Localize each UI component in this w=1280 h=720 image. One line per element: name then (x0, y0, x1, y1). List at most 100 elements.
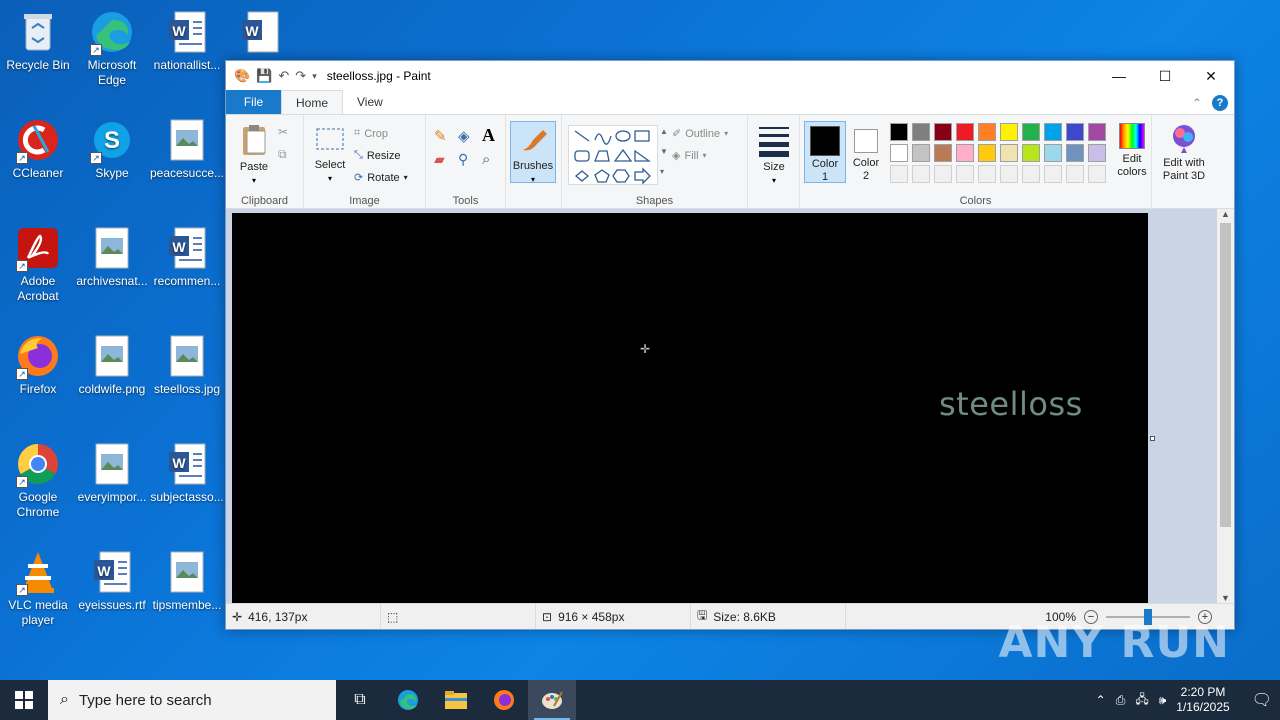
taskbar-paint[interactable] (528, 680, 576, 720)
fill-bucket-icon[interactable]: ◈ (458, 127, 470, 145)
palette-swatch[interactable] (956, 123, 974, 141)
custom-color-slot[interactable] (1044, 165, 1062, 183)
palette-swatch[interactable] (1022, 123, 1040, 141)
palette-swatch[interactable] (1066, 144, 1084, 162)
text-icon[interactable]: A (482, 125, 495, 146)
recycle-bin-icon[interactable]: Recycle Bin (0, 8, 76, 73)
custom-color-slot[interactable] (1066, 165, 1084, 183)
shapes-scroll-down-icon[interactable]: ▼ (660, 147, 668, 156)
image-file-icon[interactable]: archivesnat... (74, 224, 150, 289)
palette-swatch[interactable] (1088, 123, 1106, 141)
size-button[interactable]: Size ▾ (754, 123, 794, 187)
google-chrome-icon[interactable]: ↗ Google Chrome (0, 440, 76, 520)
word-document-icon[interactable]: W recommen... (149, 224, 225, 289)
adobe-acrobat-icon[interactable]: ↗ Adobe Acrobat (0, 224, 76, 304)
tab-home[interactable]: Home (281, 90, 344, 114)
palette-swatch[interactable] (1000, 123, 1018, 141)
palette-swatch[interactable] (978, 144, 996, 162)
shapes-more-icon[interactable]: ▾ (660, 167, 664, 176)
vertical-scrollbar[interactable]: ▲ ▼ (1217, 209, 1234, 603)
show-hidden-icons-icon[interactable]: ⌃ (1096, 693, 1106, 707)
image-file-icon[interactable]: coldwife.png (74, 332, 150, 397)
drawing-canvas[interactable]: steelloss ✛ (232, 213, 1148, 603)
eraser-icon[interactable]: ▰ (434, 151, 445, 168)
image-file-icon[interactable]: peacesucce... (149, 116, 225, 181)
scrollbar-thumb[interactable] (1220, 223, 1231, 527)
palette-swatch[interactable] (912, 123, 930, 141)
taskbar-edge[interactable] (384, 680, 432, 720)
magnifier-icon[interactable]: ⌕ (482, 151, 490, 168)
canvas-area[interactable]: steelloss ✛ (226, 209, 1218, 603)
clock[interactable]: 2:20 PM 1/16/2025 (1176, 685, 1229, 715)
palette-swatch[interactable] (978, 123, 996, 141)
undo-icon[interactable]: ↶ (278, 68, 289, 84)
custom-color-slot[interactable] (978, 165, 996, 183)
microsoft-edge-icon[interactable]: ↗ Microsoft Edge (74, 8, 150, 88)
image-file-icon[interactable]: everyimpor... (74, 440, 150, 505)
select-button[interactable]: Select ▾ (312, 125, 348, 185)
paste-button[interactable]: Paste ▾ (236, 123, 272, 187)
scroll-up-icon[interactable]: ▲ (1221, 209, 1230, 219)
custom-color-slot[interactable] (1088, 165, 1106, 183)
palette-swatch[interactable] (956, 144, 974, 162)
firefox-icon[interactable]: ↗ Firefox (0, 332, 76, 397)
collapse-ribbon-icon[interactable]: ⌃ (1192, 96, 1202, 110)
word-document-icon[interactable]: W (222, 8, 298, 58)
brushes-button[interactable]: Brushes ▾ (510, 121, 556, 184)
canvas-resize-handle[interactable] (1150, 436, 1155, 441)
color2-button[interactable]: Color 2 (848, 121, 884, 183)
taskbar-firefox[interactable] (480, 680, 528, 720)
cut-icon[interactable]: ✂ (278, 125, 288, 139)
palette-swatch[interactable] (890, 123, 908, 141)
custom-color-slot[interactable] (1022, 165, 1040, 183)
outline-button[interactable]: ✐ Outline ▾ (672, 127, 728, 141)
palette-swatch[interactable] (1044, 144, 1062, 162)
shapes-gallery[interactable] (568, 125, 658, 185)
copy-icon[interactable]: ⧉ (278, 147, 287, 162)
custom-color-slot[interactable] (890, 165, 908, 183)
vlc-media-player-icon[interactable]: ↗ VLC media player (0, 548, 76, 628)
palette-swatch[interactable] (1088, 144, 1106, 162)
custom-color-slot[interactable] (1000, 165, 1018, 183)
save-icon[interactable]: 💾 (256, 68, 272, 84)
maximize-button[interactable]: ☐ (1142, 61, 1188, 91)
rotate-button[interactable]: ⟳ Rotate ▾ (354, 171, 408, 185)
crop-button[interactable]: ⌗ Crop (354, 127, 388, 140)
image-file-icon[interactable]: steelloss.jpg (149, 332, 225, 397)
fill-button[interactable]: ◈ Fill ▾ (672, 149, 707, 163)
device-icon[interactable]: ⎙ (1116, 693, 1126, 708)
palette-swatch[interactable] (1044, 123, 1062, 141)
palette-swatch[interactable] (890, 144, 908, 162)
palette-swatch[interactable] (912, 144, 930, 162)
task-view-button[interactable]: ⧉ (336, 680, 384, 720)
image-file-icon[interactable]: tipsmembe... (149, 548, 225, 613)
color-picker-icon[interactable]: ⚲ (458, 151, 468, 168)
word-document-icon[interactable]: W subjectasso... (149, 440, 225, 505)
notifications-icon[interactable]: 🗨 (1252, 690, 1272, 710)
tab-view[interactable]: View (343, 90, 397, 114)
help-icon[interactable]: ? (1212, 95, 1228, 111)
palette-swatch[interactable] (934, 144, 952, 162)
skype-icon[interactable]: S ↗ Skype (74, 116, 150, 181)
resize-button[interactable]: ⤡ Resize (354, 149, 400, 162)
taskbar-search-box[interactable]: ⌕ Type here to search (48, 680, 336, 720)
taskbar-file-explorer[interactable] (432, 680, 480, 720)
minimize-button[interactable]: — (1096, 61, 1142, 91)
custom-color-slot[interactable] (934, 165, 952, 183)
edit-with-paint3d-button[interactable]: Edit with Paint 3D (1158, 123, 1210, 183)
scroll-down-icon[interactable]: ▼ (1221, 593, 1230, 603)
shapes-scroll-up-icon[interactable]: ▲ (660, 127, 668, 136)
redo-icon[interactable]: ↷ (295, 68, 306, 84)
palette-swatch[interactable] (934, 123, 952, 141)
pencil-icon[interactable]: ✎ (434, 127, 447, 145)
customize-quick-access-icon[interactable]: ▾ (312, 71, 317, 82)
tab-file[interactable]: File (226, 90, 281, 114)
color1-button[interactable]: Color 1 (804, 121, 846, 183)
word-document-icon[interactable]: W nationallist... (149, 8, 225, 73)
word-document-icon[interactable]: W eyeissues.rtf (74, 548, 150, 613)
ccleaner-icon[interactable]: ↗ CCleaner (0, 116, 76, 181)
custom-color-slot[interactable] (956, 165, 974, 183)
palette-swatch[interactable] (1066, 123, 1084, 141)
volume-icon[interactable]: 🕪 (1159, 693, 1167, 708)
palette-swatch[interactable] (1000, 144, 1018, 162)
